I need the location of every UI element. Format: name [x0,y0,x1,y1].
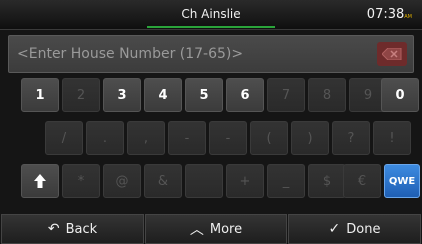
checkmark-icon: ✓ [328,221,341,237]
backspace-icon [382,48,402,60]
key-0[interactable]: 0 [381,78,419,112]
key-4[interactable]: 4 [144,78,182,112]
key-3[interactable]: 3 [103,78,141,112]
street-title: Ch Ainslie [147,0,275,28]
key-exclamation[interactable]: ! [373,121,411,155]
key-comma[interactable]: , [127,121,165,155]
key-period[interactable]: . [86,121,124,155]
shift-button[interactable] [21,164,59,198]
key-2[interactable]: 2 [62,78,100,112]
back-arrow-icon: ↶ [47,221,60,237]
key-euro[interactable]: € [343,164,381,198]
key-dash[interactable]: - [209,121,247,155]
done-button[interactable]: ✓ Done [288,214,421,244]
key-close-paren[interactable]: ) [291,121,329,155]
clock-time: 07:38 [366,7,405,22]
key-dollar[interactable]: $ [308,164,346,198]
key-at[interactable]: @ [103,164,141,198]
more-label: More [209,221,243,237]
clock-ampm: AM [404,14,412,20]
house-number-input[interactable]: <Enter House Number (17-65)> [8,35,414,73]
top-bar: Ch Ainslie 07:38AM [0,0,422,30]
done-label: Done [346,221,381,237]
back-button[interactable]: ↶ Back [1,214,144,244]
qwe-layout-button[interactable]: QWE [384,164,420,198]
backspace-button[interactable] [377,42,407,66]
key-asterisk[interactable]: * [62,164,100,198]
key-1[interactable]: 1 [21,78,59,112]
shift-arrow-icon [34,174,46,188]
back-label: Back [65,221,98,237]
key-hyphen[interactable]: - [168,121,206,155]
key-open-paren[interactable]: ( [250,121,288,155]
key-question[interactable]: ? [332,121,370,155]
chevron-up-icon: ︿ [189,222,204,238]
key-plus[interactable]: + [226,164,264,198]
key-slash[interactable]: / [45,121,83,155]
key-space[interactable] [185,164,223,198]
clock: 07:38AM [367,0,412,30]
key-8[interactable]: 8 [308,78,346,112]
house-number-placeholder: <Enter House Number (17-65)> [17,46,244,62]
key-5[interactable]: 5 [185,78,223,112]
bottom-bar: ↶ Back ︿ More ✓ Done [0,214,422,244]
key-6[interactable]: 6 [226,78,264,112]
more-button[interactable]: ︿ More [145,214,287,244]
key-underscore[interactable]: _ [267,164,305,198]
key-7[interactable]: 7 [267,78,305,112]
key-ampersand[interactable]: & [144,164,182,198]
